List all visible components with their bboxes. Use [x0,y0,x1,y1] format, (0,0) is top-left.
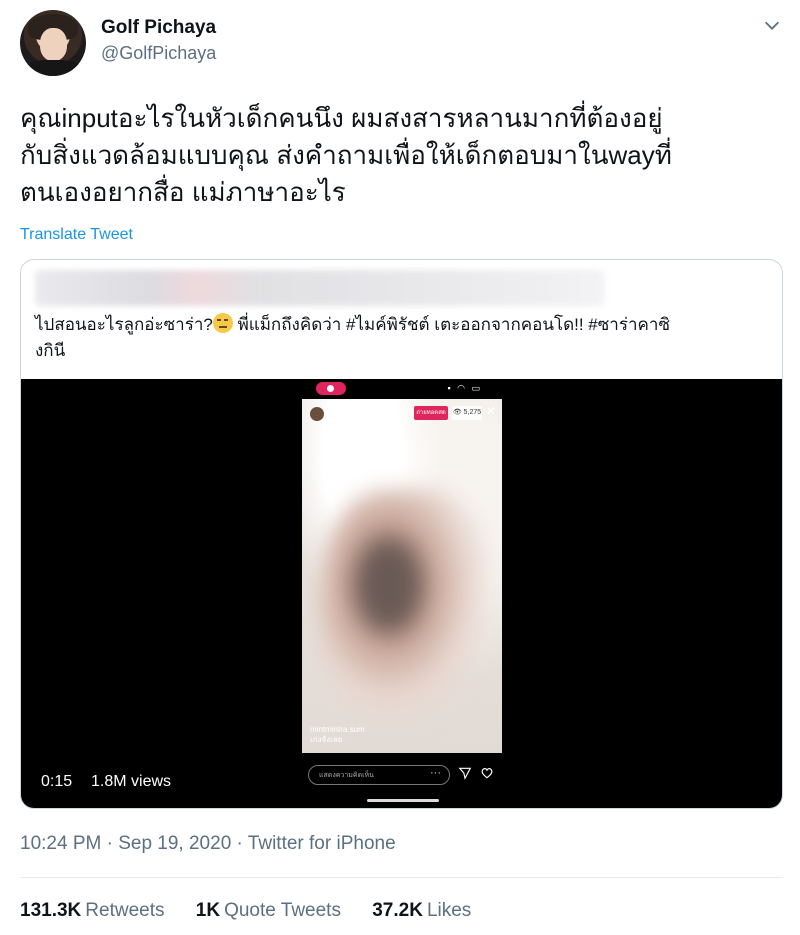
close-icon: ✕ [486,404,497,418]
live-comment: mintmintra.sum เก่งจังเลย [310,725,365,745]
author-avatar[interactable] [20,10,86,76]
tweet-line: ตนเองอยากสื่อ แม่ภาษาอะไร [20,177,346,207]
record-indicator-icon [316,382,346,395]
tweet-timestamp[interactable]: 10:24 PM · Sep 19, 2020 · Twitter for iP… [20,833,396,855]
tweet-line: กับสิ่งแวดล้อมแบบคุณ ส่งคำถามเพื่อให้เด็… [20,140,672,170]
translate-tweet-link[interactable]: Translate Tweet [20,226,133,244]
author-name[interactable]: Golf Pichaya [101,17,216,39]
author-handle[interactable]: @GolfPichaya [101,43,216,64]
blurred-face [320,489,492,729]
likes-stat[interactable]: 37.2K Likes [372,900,471,921]
quote-tweets-stat[interactable]: 1K Quote Tweets [196,900,341,921]
retweets-stat[interactable]: 131.3K Retweets [20,900,164,921]
quoted-text-part: ไปสอนอะไรลูกอ่ะซาร่า? [35,315,213,334]
more-icon: ··· [430,767,441,779]
video-view-count: 1.8M views [91,773,172,790]
comment-input: แสดงความคิดเห็น ··· [308,765,450,785]
heart-icon [481,768,493,779]
live-avatar [310,407,324,421]
tweet-text: คุณinputอะไรในหัวเด็กคนนึง ผมสงสารหลานมา… [20,100,790,211]
quoted-text-part: งกินี [35,341,66,360]
quoted-tweet-text: ไปสอนอะไรลูกอ่ะซาร่า? พี่แม็กถึงคิดว่า #… [35,312,765,364]
commenter-name: mintmintra.sum [310,725,365,734]
signal-wifi-battery-icon: ▪︎ ◠ ▭ [447,383,482,393]
live-badge: ถ่ายทอดสด [414,406,448,420]
phone-status-bar: ▪︎ ◠ ▭ [302,381,502,397]
commenter-text: เก่งจังเลย [310,735,343,744]
viewer-count: 👁 5,275 [452,406,482,420]
divider [20,877,783,878]
chevron-down-icon[interactable] [761,14,783,36]
avatar-shirt [24,60,82,76]
home-indicator [367,799,439,802]
video-frame: sarahcasinghini ถ่ายทอดสด 👁 5,275 ✕ mint… [302,399,502,753]
blurred-quoted-header [35,270,605,306]
live-username: sarahcasinghini [310,407,384,421]
tweet-line: คุณinputอะไรในหัวเด็กคนนึง ผมสงสารหลานมา… [20,103,663,133]
send-icon [458,767,472,780]
tweet-stats: 131.3K Retweets 1K Quote Tweets 37.2K Likes [20,900,497,922]
comment-placeholder: แสดงความคิดเห็น [319,772,374,779]
quoted-text-part: พี่แม็กถึงคิดว่า #ไมค์พิรัชต์ เตะออกจากค… [232,315,670,334]
quoted-tweet-card[interactable]: ไปสอนอะไรลูกอ่ะซาร่า? พี่แม็กถึงคิดว่า #… [20,259,783,809]
video-player[interactable]: ▪︎ ◠ ▭ sarahcasinghini ถ่ายทอดสด 👁 5,275… [21,379,782,808]
avatar-face [40,28,67,61]
video-elapsed-time: 0:15 [41,773,73,790]
unamused-face-icon [212,313,233,333]
